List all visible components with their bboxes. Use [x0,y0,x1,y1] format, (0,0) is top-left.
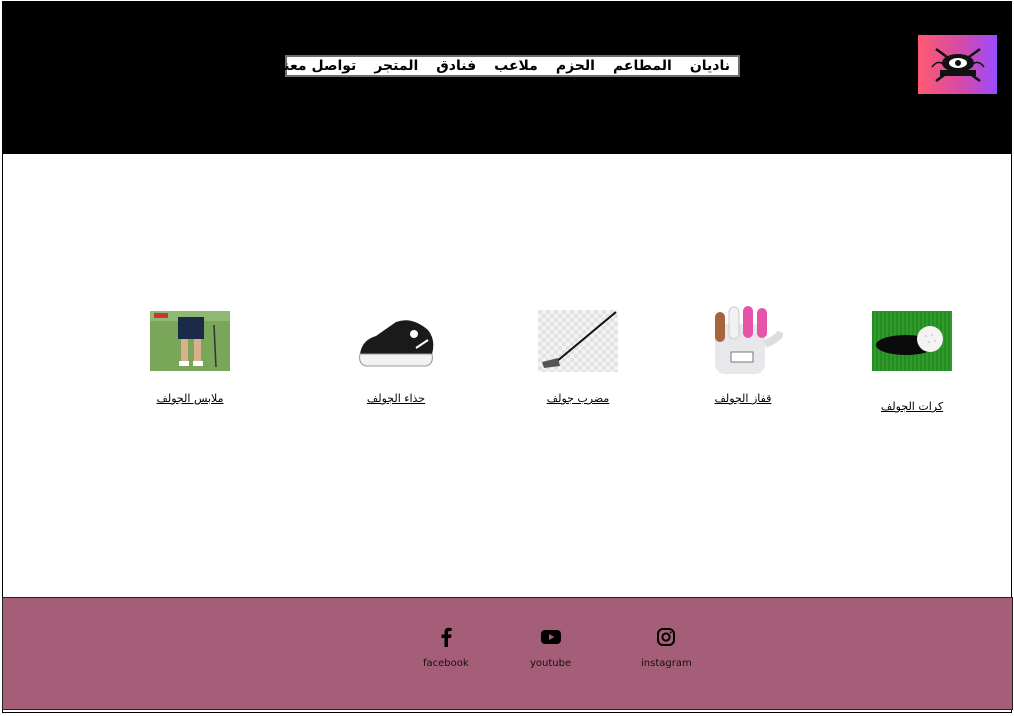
nav-item-hotels[interactable]: فنادق [436,57,476,75]
product-label[interactable]: قفاز الجولف [715,392,772,405]
product-golf-club[interactable]: مضرب جولف [538,300,618,405]
nav-item-packages[interactable]: الحزم [556,57,595,75]
nav-item-store[interactable]: المتجر [374,57,418,75]
product-label[interactable]: مضرب جولف [547,392,610,405]
product-golf-balls[interactable]: كرات الجولف [872,300,952,413]
product-golf-glove[interactable]: قفاز الجولف [703,300,783,405]
youtube-icon[interactable] [540,626,562,648]
social-label[interactable]: youtube [530,658,571,669]
golf-shoe-image[interactable] [356,300,436,382]
product-golf-shoe[interactable]: حذاء الجولف [356,300,436,405]
product-label[interactable]: كرات الجولف [881,400,943,413]
social-label[interactable]: facebook [423,658,469,669]
nav-item-restaurants[interactable]: المطاعم [613,57,672,75]
site-header: ناديان المطاعم الحزم ملاعب فنادق المتجر … [3,2,1012,154]
golf-ball-image[interactable] [872,300,952,382]
main-nav: ناديان المطاعم الحزم ملاعب فنادق المتجر … [206,55,740,77]
social-facebook[interactable]: facebook [423,626,469,669]
nav-item-contact[interactable]: تواصل معنى [270,57,356,75]
nav-item-activities[interactable]: انشطة [206,57,252,75]
product-label[interactable]: حذاء الجولف [367,392,425,405]
product-label[interactable]: ملابس الجولف [157,392,224,405]
social-instagram[interactable]: instagram [641,626,692,669]
nav-item-courses[interactable]: ملاعب [494,57,538,75]
golf-clothes-image[interactable] [150,300,230,382]
social-youtube[interactable]: youtube [530,626,571,669]
instagram-icon[interactable] [655,626,677,648]
golf-club-image[interactable] [538,300,618,382]
golf-glove-image[interactable] [703,300,783,382]
facebook-icon[interactable] [435,626,457,648]
social-label[interactable]: instagram [641,658,692,669]
site-footer: facebook youtube instagram [2,597,1013,710]
product-golf-clothes[interactable]: ملابس الجولف [150,300,230,405]
golf-club-logo-icon [930,47,985,82]
products-row: كرات الجولف قفاز الجولف مضرب جولف حذاء ا… [0,300,1014,430]
nav-item-clubs[interactable]: ناديان [690,57,730,75]
site-logo[interactable] [918,35,997,94]
